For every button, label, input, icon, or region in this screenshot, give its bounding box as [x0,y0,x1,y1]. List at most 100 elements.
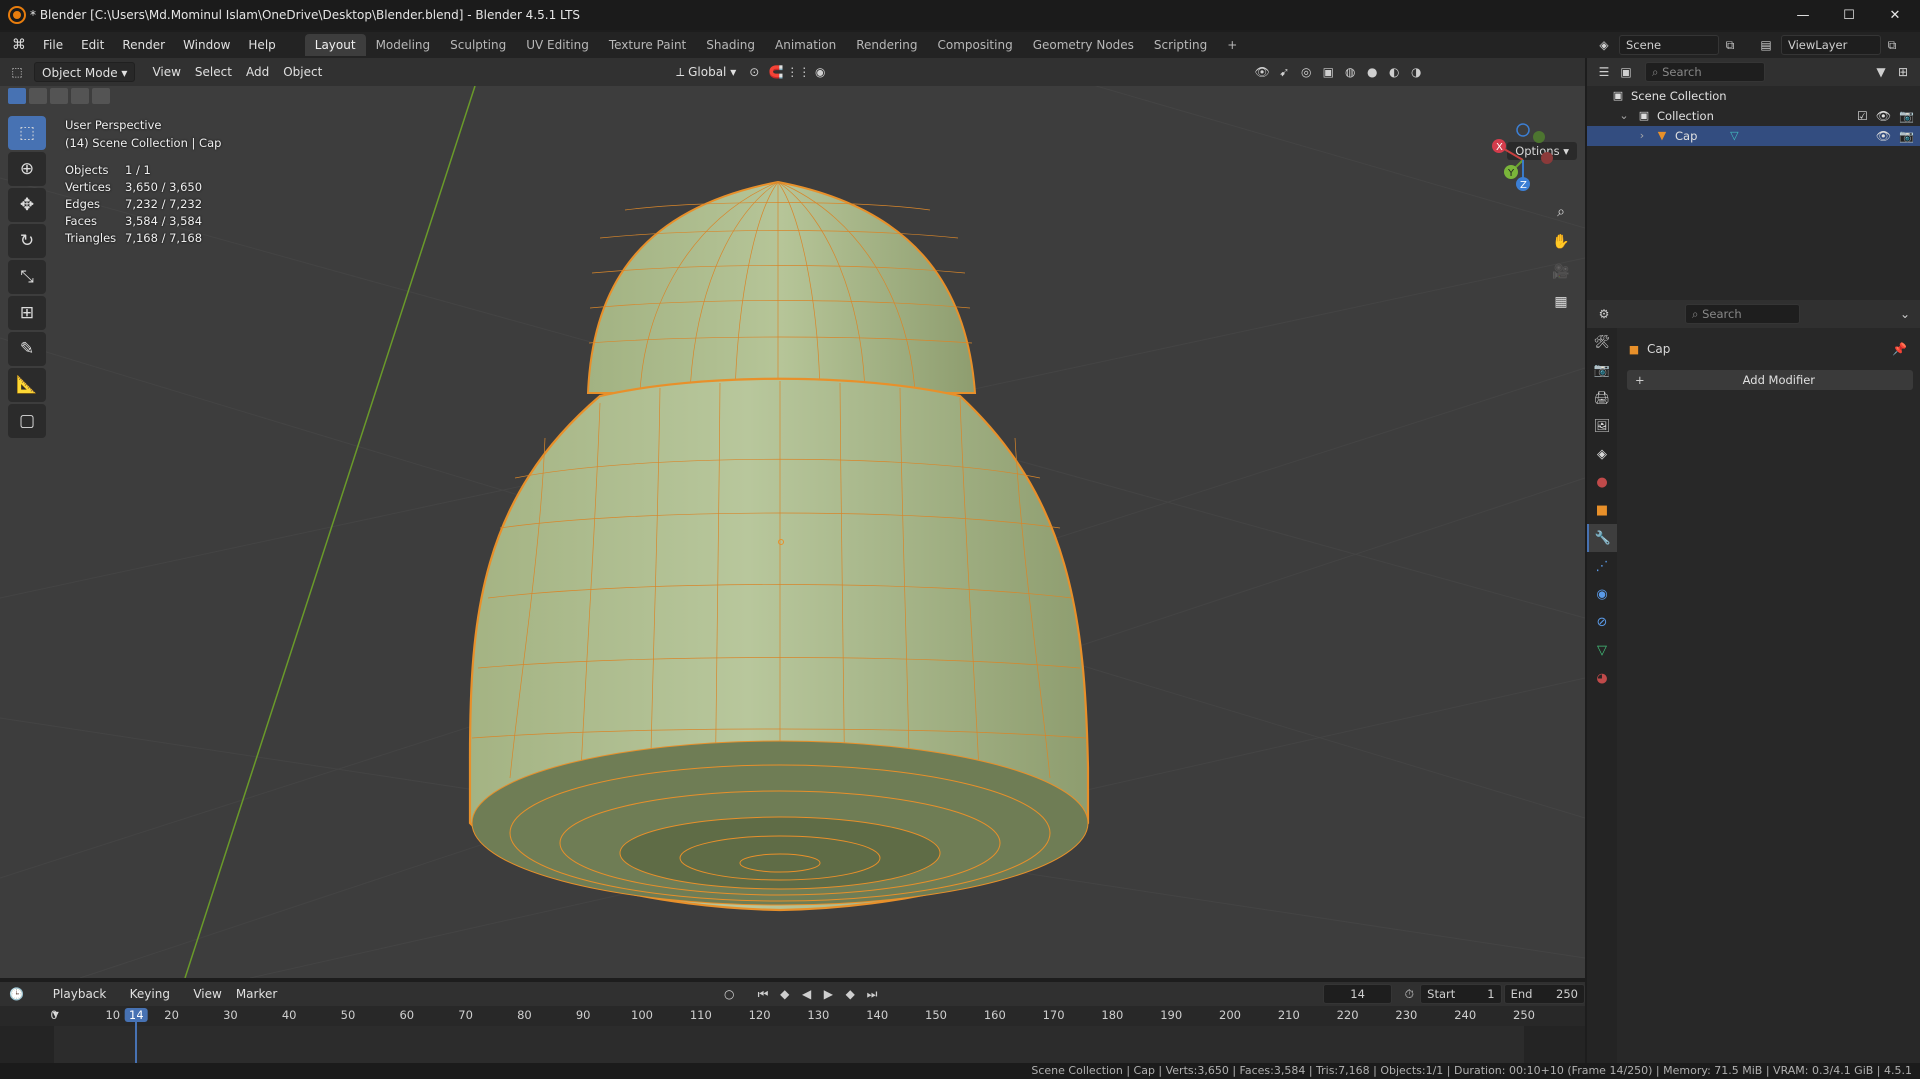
maximize-button[interactable]: ☐ [1826,0,1872,30]
current-frame-field[interactable]: 14 [1322,984,1393,1004]
eye-icon[interactable]: 👁 [1876,126,1891,146]
3d-viewport[interactable]: ⬚ Object Mode ▾ View Select Add Object ⟂… [0,58,1585,978]
xray-icon[interactable]: ▣ [1317,62,1339,82]
display-mode-icon[interactable]: ▣ [1615,62,1637,82]
object-tab-icon[interactable]: ■ [1587,496,1617,524]
properties-search-input[interactable]: ⌕ Search [1685,304,1800,324]
record-icon[interactable]: ○ [718,984,740,1004]
frame-ruler[interactable]: 0101420304050607080901001101201301401501… [0,1008,1585,1026]
outliner-scene-collection[interactable]: ▣ Scene Collection [1587,86,1920,106]
gizmo-toggle-icon[interactable]: ➹ [1273,62,1295,82]
tab-rendering[interactable]: Rendering [846,34,927,56]
play-icon[interactable]: ▶ [817,984,839,1004]
rotate-tool[interactable]: ↻ [8,224,46,258]
keying-menu[interactable]: Keying ▾ [123,984,187,1021]
cursor-tool[interactable]: ⊕ [8,152,46,186]
move-tool[interactable]: ✥ [8,188,46,222]
shading-rendered-icon[interactable]: ◑ [1405,62,1427,82]
tab-modeling[interactable]: Modeling [366,34,441,56]
select-invert-button[interactable] [71,88,89,104]
viewport-menu-select[interactable]: Select [188,62,239,82]
add-modifier-button[interactable]: + Add Modifier [1627,370,1913,390]
menu-window[interactable]: Window [174,34,239,56]
zoom-icon[interactable]: ⌕ [1549,200,1573,224]
tab-scripting[interactable]: Scripting [1144,34,1217,56]
menu-render[interactable]: Render [113,34,174,56]
camera-icon[interactable]: 📷 [1899,106,1914,126]
shading-material-icon[interactable]: ◐ [1383,62,1405,82]
constraints-tab-icon[interactable]: ⊘ [1587,608,1617,636]
viewport-menu-object[interactable]: Object [276,62,329,82]
scene-name-field[interactable]: Scene [1619,35,1719,55]
timeline-track[interactable] [0,1026,1585,1065]
end-frame-field[interactable]: End 250 [1503,984,1585,1004]
measure-tool[interactable]: 📐 [8,368,46,402]
timer-icon[interactable]: ⏱ [1398,984,1420,1004]
tab-shading[interactable]: Shading [696,34,765,56]
visibility-icon[interactable]: 👁 [1251,62,1273,82]
data-tab-icon[interactable]: ▽ [1587,636,1617,664]
orientation-dropdown[interactable]: ⟂ Global ▾ [669,62,743,82]
pin-icon[interactable]: 📌 [1892,342,1907,356]
pivot-icon[interactable]: ⊙ [743,62,765,82]
pan-hand-icon[interactable]: ✋ [1549,230,1573,254]
modifier-tab-icon[interactable]: 🔧 [1587,524,1617,552]
select-box-tool[interactable]: ⬚ [8,116,46,150]
jump-end-icon[interactable]: ⏭ [861,984,883,1004]
properties-editor-icon[interactable]: ⚙ [1593,304,1615,324]
output-tab-icon[interactable]: 🖨 [1587,384,1617,412]
material-tab-icon[interactable]: ◕ [1587,664,1617,692]
snap-icon[interactable]: 🧲 [765,62,787,82]
shading-solid-icon[interactable]: ● [1361,62,1383,82]
select-set-button[interactable] [8,88,26,104]
mode-dropdown[interactable]: Object Mode ▾ [34,62,136,82]
shading-wireframe-icon[interactable]: ◍ [1339,62,1361,82]
new-view-layer-icon[interactable]: ⧉ [1881,35,1903,55]
tab-uv-editing[interactable]: UV Editing [516,34,599,56]
outliner-search-input[interactable]: ⌕ Search [1645,62,1765,82]
outliner-editor-icon[interactable]: ☰ [1593,62,1615,82]
particles-tab-icon[interactable]: ⋰ [1587,552,1617,580]
jump-start-icon[interactable]: ⏮ [752,984,774,1004]
blender-menu-icon[interactable]: ⌘ [10,36,28,54]
chevron-right-icon[interactable]: › [1635,129,1649,143]
ortho-toggle-icon[interactable]: ▦ [1549,290,1573,314]
overlay-toggle-icon[interactable]: ◎ [1295,62,1317,82]
playhead[interactable] [135,1008,138,1065]
marker-menu[interactable]: Marker [229,984,284,1004]
checkbox-icon[interactable]: ☑ [1857,106,1868,126]
viewport-menu-add[interactable]: Add [239,62,276,82]
tab-geometry-nodes[interactable]: Geometry Nodes [1023,34,1144,56]
physics-tab-icon[interactable]: ◉ [1587,580,1617,608]
tab-texture-paint[interactable]: Texture Paint [599,34,696,56]
menu-file[interactable]: File [34,34,72,56]
timeline-view-menu[interactable]: View [186,984,228,1004]
navigation-gizmo[interactable]: X Y Z [1483,120,1563,200]
menu-edit[interactable]: Edit [72,34,113,56]
add-workspace-button[interactable]: + [1217,34,1247,56]
outliner-object-cap[interactable]: › ▼ Cap ▽ 👁 📷 [1587,126,1920,146]
play-reverse-icon[interactable]: ◀ [796,984,818,1004]
tab-compositing[interactable]: Compositing [927,34,1022,56]
close-button[interactable]: ✕ [1872,0,1918,30]
camera-view-icon[interactable]: 🎥 [1549,260,1573,284]
select-intersect-button[interactable] [92,88,110,104]
scale-tool[interactable]: ⤡ [8,260,46,294]
tab-layout[interactable]: Layout [304,34,366,56]
select-subtract-button[interactable] [50,88,68,104]
add-cube-tool[interactable]: ▢ [8,404,46,438]
viewport-menu-view[interactable]: View [145,62,187,82]
new-scene-icon[interactable]: ⧉ [1719,35,1741,55]
chevron-down-icon[interactable]: ⌄ [1894,304,1916,324]
snap-grid-icon[interactable]: ⋮⋮ [786,62,810,82]
tab-animation[interactable]: Animation [765,34,846,56]
minimize-button[interactable]: — [1780,0,1826,30]
prev-keyframe-icon[interactable]: ◆ [774,984,796,1004]
clock-icon[interactable]: 🕒 [6,984,28,1004]
proportional-edit-icon[interactable]: ◉ [809,62,831,82]
render-tab-icon[interactable]: 📷 [1587,356,1617,384]
menu-help[interactable]: Help [239,34,284,56]
tool-tab-icon[interactable]: 🛠 [1587,328,1617,356]
annotate-tool[interactable]: ✎ [8,332,46,366]
view-layer-field[interactable]: ViewLayer [1781,35,1881,55]
